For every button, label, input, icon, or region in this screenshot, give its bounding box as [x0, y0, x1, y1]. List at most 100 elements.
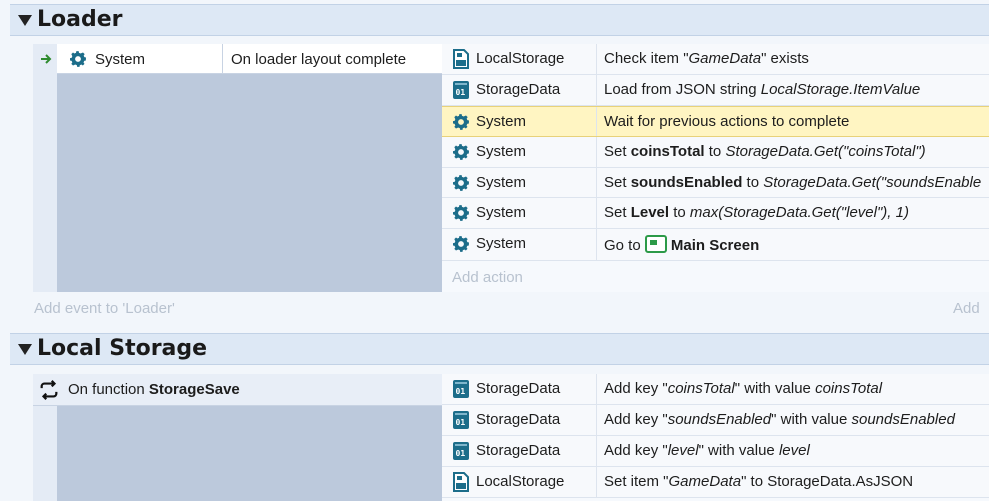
add-event-link[interactable]: Add event to 'Loader': [34, 300, 175, 317]
collapse-triangle-icon[interactable]: [18, 344, 32, 355]
condition-text: On loader layout complete: [231, 51, 407, 68]
action-text-part: level: [778, 442, 810, 459]
action-text-part: Load from JSON string: [604, 81, 761, 98]
action-text-part: Go to: [604, 237, 645, 254]
action-row[interactable]: LocalStorage Check item "GameData" exists: [442, 44, 989, 75]
action-text-part: Wait for previous actions to complete: [604, 113, 850, 130]
event-block-local-storage[interactable]: On function StorageSave 01 StorageData Add…: [33, 374, 989, 501]
gear-icon: [451, 142, 471, 162]
action-text-part: to: [704, 143, 726, 160]
action-text-part: Set: [604, 204, 631, 221]
condition-row[interactable]: On function StorageSave: [33, 374, 442, 406]
action-text-part: " to StorageData.AsJSON: [741, 473, 914, 490]
action-description: Load from JSON string LocalStorage.ItemV…: [604, 81, 920, 98]
condition-prefix: On function: [68, 381, 149, 398]
cell-divider: [596, 198, 597, 228]
action-row[interactable]: 01 StorageData Add key "level" with value …: [442, 436, 989, 467]
action-object: StorageData: [476, 411, 561, 428]
action-text-part: StorageData.Get("coinsTotal"): [725, 143, 926, 160]
arrow-right-icon: [41, 54, 52, 64]
action-description: Add key "soundsEnabled" with value sound…: [604, 411, 955, 428]
group-header-local-storage[interactable]: Local Storage: [10, 333, 989, 365]
action-row[interactable]: System Set Level to max(StorageData.Get("…: [442, 198, 989, 229]
cell-divider: [596, 137, 597, 167]
action-text-part: Level: [630, 204, 670, 221]
action-row[interactable]: System Set coinsTotal to StorageData.Get(…: [442, 137, 989, 168]
gear-icon: [70, 51, 86, 67]
action-text-part: Main Screen: [670, 237, 760, 254]
collapse-triangle-icon[interactable]: [18, 15, 32, 26]
action-text-part: soundsEnabled: [851, 411, 955, 428]
cell-divider: [596, 374, 597, 404]
action-text-part: Set: [604, 174, 631, 191]
action-text-part: coinsTotal: [630, 143, 705, 160]
action-row[interactable]: System Set soundsEnabled to StorageData.G…: [442, 168, 989, 198]
action-description: Add key "level" with value level: [604, 442, 810, 459]
action-object: StorageData: [476, 380, 561, 397]
storagedata-icon: 01: [451, 379, 471, 399]
action-row[interactable]: 01 StorageData Add key "coinsTotal" with v…: [442, 374, 989, 405]
action-description: Check item "GameData" exists: [604, 50, 809, 67]
condition-object: System: [95, 51, 146, 68]
action-text-part: Add key ": [604, 411, 668, 428]
function-name: StorageSave: [148, 381, 240, 398]
action-text-part: LocalStorage.ItemValue: [760, 81, 921, 98]
action-object: System: [476, 204, 527, 221]
action-description: Set coinsTotal to StorageData.Get("coins…: [604, 143, 926, 160]
function-loop-icon: [40, 380, 58, 400]
gear-icon: [451, 203, 471, 223]
storagedata-icon: 01: [451, 441, 471, 461]
group-header-loader[interactable]: Loader: [10, 4, 989, 36]
cell-divider: [222, 44, 223, 73]
gear-icon: [451, 173, 471, 193]
actions-column: LocalStorage Check item "GameData" exists…: [442, 44, 989, 292]
cell-divider: [596, 467, 597, 497]
group-title: Loader: [37, 7, 123, 32]
action-text-part: GameData: [688, 50, 762, 67]
action-description: Set soundsEnabled to StorageData.Get("so…: [604, 174, 981, 191]
action-text-part: coinsTotal: [667, 380, 735, 397]
action-description: Wait for previous actions to complete: [604, 113, 849, 130]
action-description: Add key "coinsTotal" with value coinsTot…: [604, 380, 882, 397]
event-block-loader[interactable]: System On loader layout complete LocalSt…: [33, 44, 989, 292]
layout-icon: [644, 235, 671, 254]
action-text-part: soundsEnabled: [667, 411, 772, 428]
action-text-part: Set item ": [604, 473, 669, 490]
action-description: Set item "GameData" to StorageData.AsJSO…: [604, 473, 913, 490]
action-text-part: to: [742, 174, 764, 191]
action-row[interactable]: 01 StorageData Load from JSON string Local…: [442, 75, 989, 106]
svg-text:01: 01: [456, 88, 466, 97]
action-object: LocalStorage: [476, 50, 565, 67]
svg-text:01: 01: [456, 387, 466, 396]
action-object: StorageData: [476, 81, 561, 98]
action-text-part: Add key ": [604, 442, 668, 459]
condition-row[interactable]: System On loader layout complete: [41, 44, 442, 74]
action-row[interactable]: System Wait for previous actions to compl…: [442, 106, 989, 137]
cell-divider: [596, 405, 597, 435]
action-text-part: coinsTotal: [815, 380, 883, 397]
action-text-part: StorageData.Get("soundsEnable: [763, 174, 982, 191]
gear-icon: [451, 234, 471, 254]
action-description: Set Level to max(StorageData.Get("level"…: [604, 204, 909, 221]
cell-divider: [596, 107, 597, 136]
action-text-part: Set: [604, 143, 631, 160]
action-object: System: [476, 174, 527, 191]
condition-column: [57, 44, 442, 292]
cell-divider: [596, 229, 597, 260]
localstorage-icon: [451, 472, 471, 492]
action-row[interactable]: System Go to Main Screen: [442, 229, 989, 261]
add-link-right[interactable]: Add: [953, 300, 980, 317]
action-text-part: Check item ": [604, 50, 689, 67]
action-text-part: Add key ": [604, 380, 668, 397]
action-text-part: GameData: [668, 473, 742, 490]
action-row[interactable]: 01 StorageData Add key "soundsEnabled" wit…: [442, 405, 989, 436]
action-object: LocalStorage: [476, 473, 565, 490]
add-action-link[interactable]: Add action: [452, 269, 523, 286]
action-text-part: soundsEnabled: [630, 174, 743, 191]
localstorage-icon: [451, 49, 471, 69]
condition-text: On function StorageSave: [68, 381, 240, 398]
action-description: Go to Main Screen: [604, 235, 759, 254]
action-text-part: " with value: [771, 411, 852, 428]
action-text-part: " exists: [761, 50, 809, 67]
action-row[interactable]: LocalStorage Set item "GameData" to Stora…: [442, 467, 989, 498]
